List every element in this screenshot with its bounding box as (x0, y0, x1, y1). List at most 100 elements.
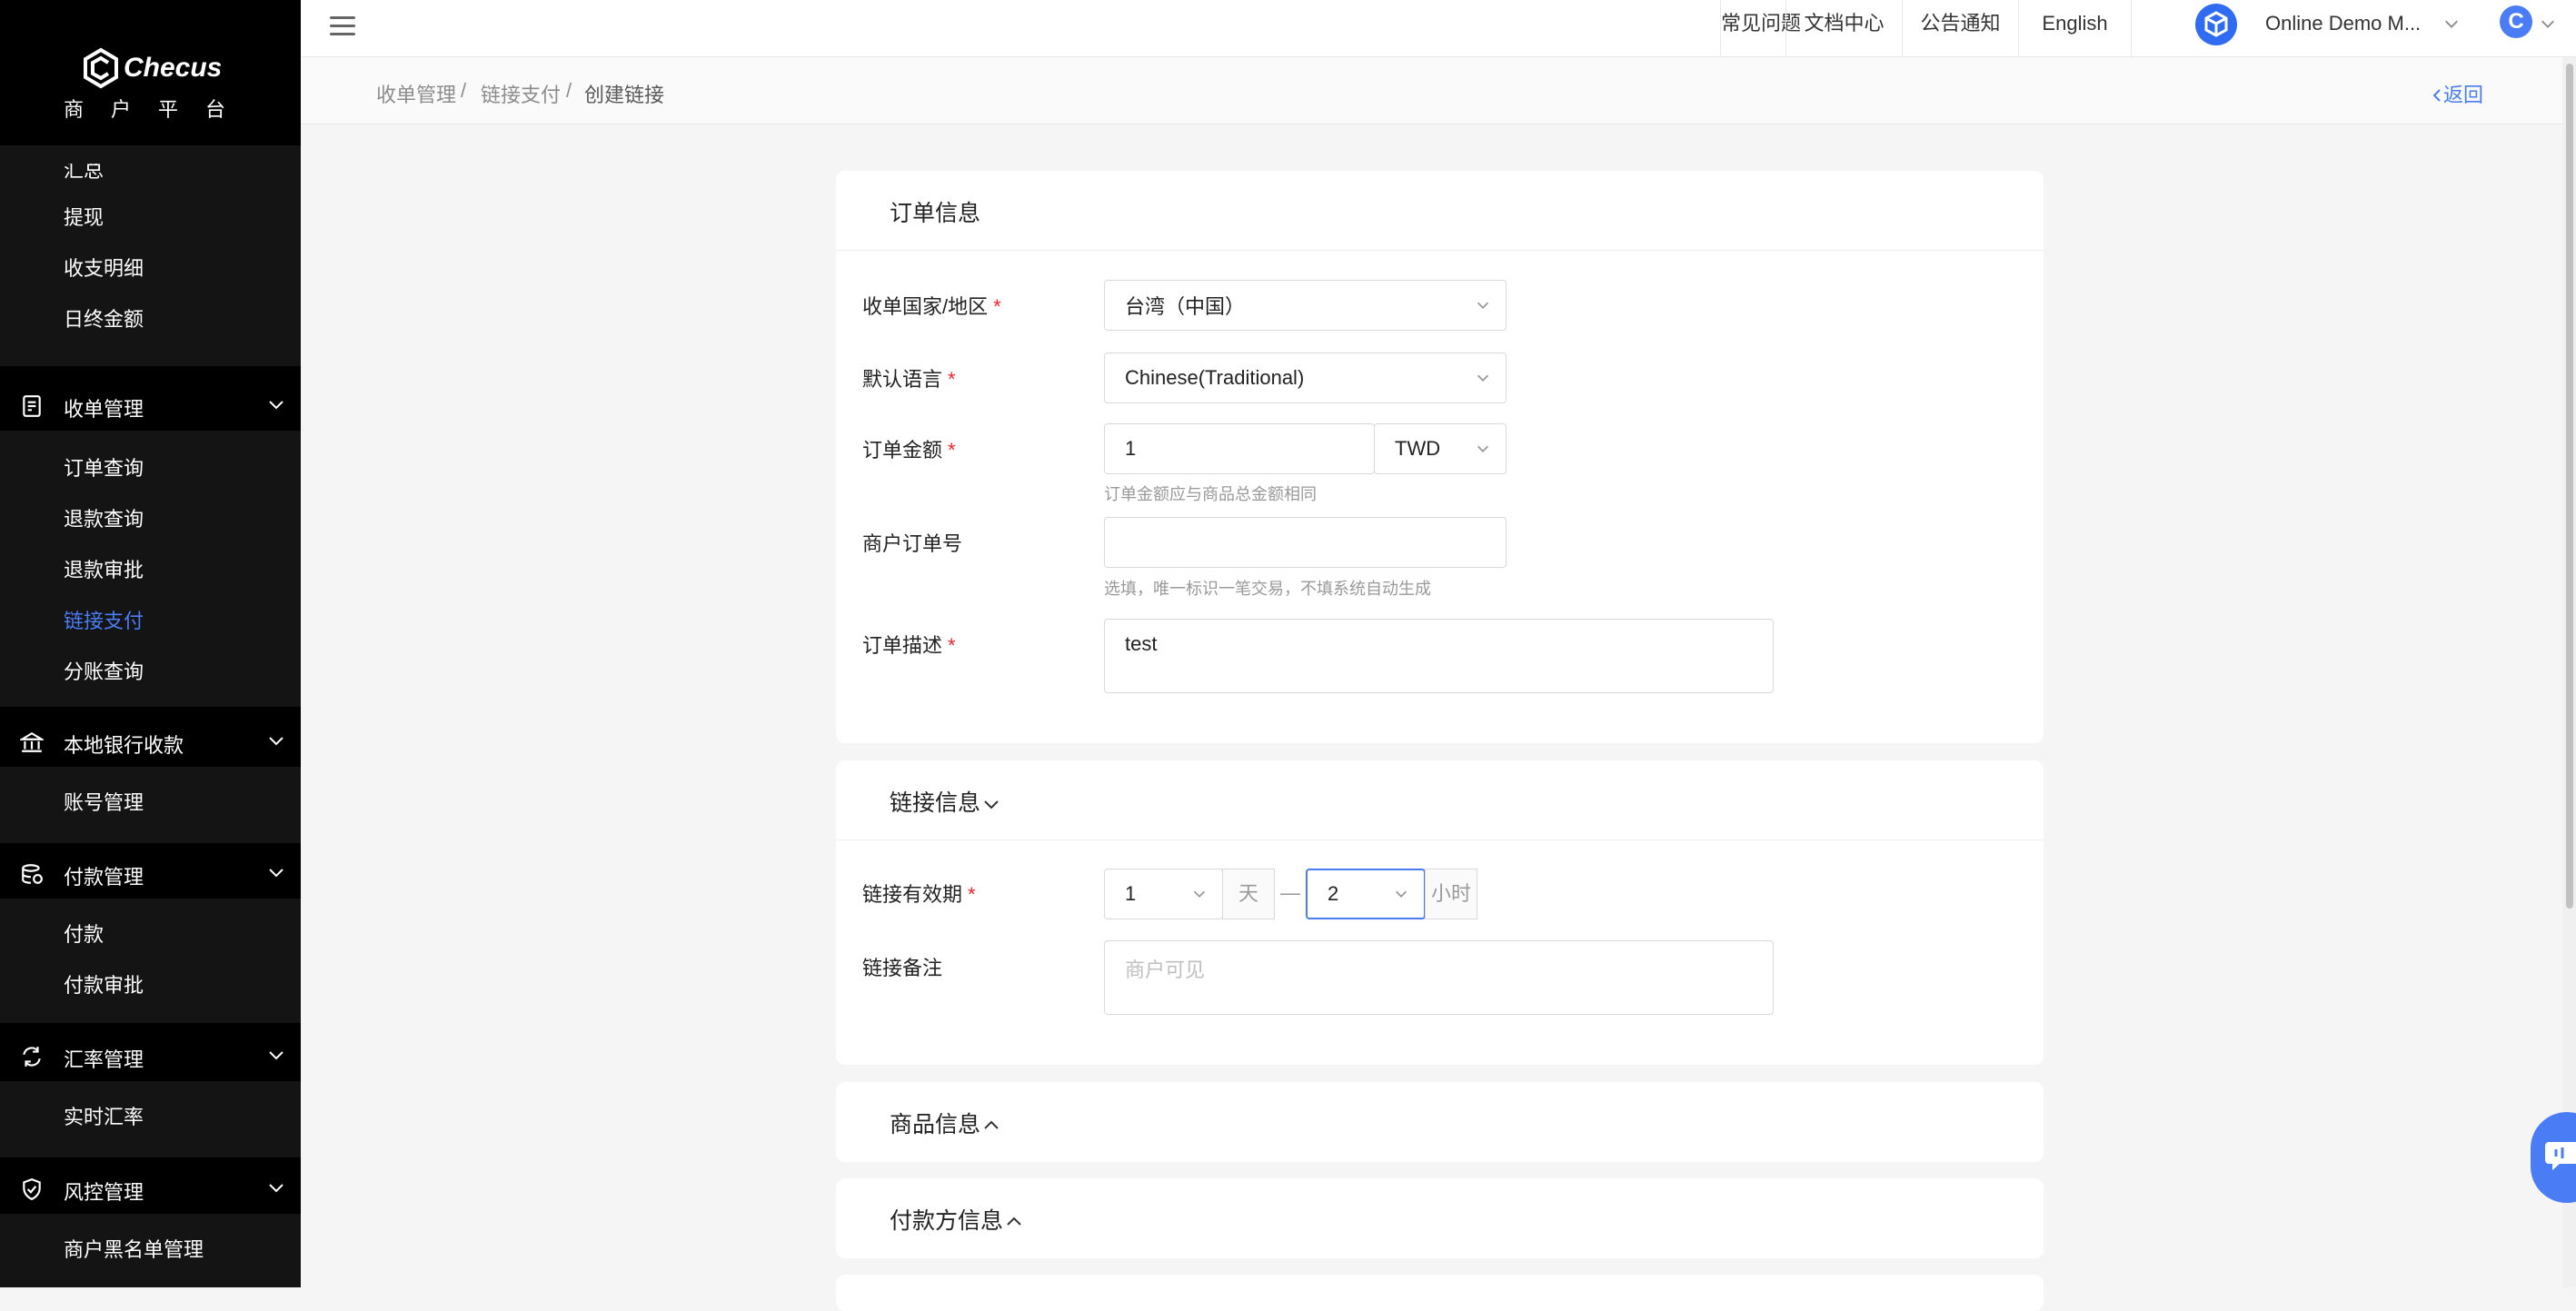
bank-icon (20, 731, 44, 752)
faq-link[interactable]: 常见问题 (1720, 0, 1801, 57)
chevron-down-icon (1193, 890, 1206, 898)
sidebar-group-label: 本地银行收款 (64, 734, 184, 757)
days-select[interactable]: 1 (1104, 869, 1223, 919)
description-label: 订单描述 * (862, 630, 956, 659)
sidebar-group-risk[interactable]: 风控管理 (0, 1171, 301, 1207)
sidebar: 汇总 提现 收支明细 日终金额 收单管理 订单查询 退款查询 退款审批 链接支付… (0, 0, 301, 1287)
breadcrumb-separator: / (461, 79, 467, 102)
product-info-title: 商品信息 (890, 1107, 1000, 1139)
amount-input[interactable]: 1 (1104, 423, 1375, 474)
local-bank-submenu: 账号管理 (0, 767, 301, 843)
required-mark: * (948, 368, 956, 391)
breadcrumb-acquiring[interactable]: 收单管理 (376, 79, 456, 108)
remark-textarea[interactable]: 商户可见 (1104, 940, 1774, 1015)
merchant-order-input[interactable] (1104, 517, 1507, 568)
header-divider (2131, 0, 2132, 57)
exchange-icon (23, 1047, 41, 1067)
chevron-down-icon[interactable] (2443, 15, 2460, 32)
sidebar-item-order-query[interactable]: 订单查询 (64, 452, 144, 482)
language-label-text: 默认语言 (862, 368, 943, 391)
receipt-icon (23, 395, 41, 417)
finance-submenu: 汇总 提现 收支明细 日终金额 (0, 136, 301, 366)
country-select[interactable]: 台湾（中国） (1104, 280, 1507, 331)
shield-icon (23, 1178, 41, 1201)
description-textarea[interactable]: test (1104, 619, 1774, 693)
language-label: 默认语言 * (862, 363, 956, 392)
sidebar-group-local-bank[interactable]: 本地银行收款 (0, 724, 301, 760)
order-info-header: 订单信息 (836, 171, 2044, 251)
hours-unit: 小时 (1425, 869, 1477, 919)
menu-toggle-icon[interactable] (330, 15, 357, 36)
sidebar-group-payment[interactable]: 付款管理 (0, 856, 301, 892)
product-info-title-text: 商品信息 (890, 1112, 981, 1137)
docs-link-label: 文档中心 (1804, 12, 1885, 35)
required-mark: * (993, 295, 1001, 318)
chevron-down-icon (1395, 890, 1407, 898)
sidebar-item-withdraw[interactable]: 提现 (64, 202, 104, 231)
chevron-down-icon (269, 1184, 283, 1193)
sidebar-item-summary[interactable]: 汇总 (64, 164, 104, 184)
amount-label: 订单金额 * (862, 434, 956, 463)
back-link[interactable]: 返回 (2431, 79, 2483, 108)
breadcrumb-create-link: 创建链接 (584, 84, 665, 106)
merchant-order-hint: 选填，唯一标识一笔交易，不填系统自动生成 (1104, 580, 1431, 598)
breadcrumb: 收单管理 / 链接支付 / 创建链接 返回 (301, 57, 2576, 124)
amount-hint: 订单金额应与商品总金额相同 (1104, 485, 1317, 503)
next-card (836, 1275, 2044, 1311)
chevron-left-icon (2432, 89, 2441, 102)
sidebar-group-label: 收单管理 (64, 398, 144, 421)
sidebar-item-link-payment[interactable]: 链接支付 (64, 605, 144, 634)
brand-name: Checus (124, 53, 223, 83)
docs-link[interactable]: 文档中心 (1785, 0, 1902, 57)
product-info-card[interactable]: 商品信息 (836, 1082, 2044, 1162)
chevron-down-icon (984, 800, 999, 809)
scrollbar-thumb[interactable] (2566, 64, 2573, 909)
risk-submenu: 商户黑名单管理 (0, 1214, 301, 1287)
chevron-down-icon[interactable] (2540, 15, 2556, 32)
order-info-title: 订单信息 (890, 201, 981, 226)
chat-support-button[interactable] (2531, 1112, 2576, 1203)
sidebar-group-label: 风控管理 (64, 1181, 144, 1204)
description-label-text: 订单描述 (862, 634, 943, 657)
currency-select[interactable]: TWD (1374, 423, 1507, 474)
validity-label: 链接有效期 * (862, 879, 976, 908)
chevron-up-icon (984, 1120, 999, 1130)
merchant-cube-icon[interactable] (2195, 4, 2237, 45)
language-select[interactable]: Chinese(Traditional) (1104, 353, 1507, 403)
sidebar-item-transactions[interactable]: 收支明细 (64, 253, 144, 282)
language-switch[interactable]: English (2018, 0, 2131, 57)
payment-submenu: 付款 付款审批 (0, 899, 301, 1023)
hours-select[interactable]: 2 (1306, 869, 1426, 919)
sidebar-group-acquiring[interactable]: 收单管理 (0, 388, 301, 424)
link-info-title: 链接信息 (890, 785, 1000, 818)
sidebar-group-label: 汇率管理 (64, 1048, 144, 1071)
sidebar-item-daily-balance[interactable]: 日终金额 (64, 303, 144, 333)
sidebar-item-realtime-rate[interactable]: 实时汇率 (64, 1101, 144, 1130)
sidebar-item-refund-approval[interactable]: 退款审批 (64, 554, 144, 583)
chevron-down-icon (269, 401, 283, 410)
language-select-value: Chinese(Traditional) (1125, 366, 1305, 389)
payer-info-card[interactable]: 付款方信息 (836, 1178, 2044, 1258)
link-info-card: 链接信息 链接有效期 * 1 天 — 2 小时 链接备注 商户可见 (836, 760, 2044, 1065)
order-info-card: 订单信息 收单国家/地区 * 台湾（中国） 默认语言 * Chinese(Tradi… (836, 171, 2044, 743)
user-avatar[interactable]: C (2500, 5, 2532, 38)
sidebar-item-blacklist[interactable]: 商户黑名单管理 (64, 1234, 204, 1263)
brand: Checus 商户平台 (0, 0, 301, 145)
sidebar-item-refund-query[interactable]: 退款查询 (64, 503, 144, 532)
sidebar-group-exchange[interactable]: 汇率管理 (0, 1038, 301, 1075)
sidebar-item-payout[interactable]: 付款 (64, 919, 104, 948)
link-info-header[interactable]: 链接信息 (836, 760, 2044, 840)
sidebar-item-account-mgmt[interactable]: 账号管理 (64, 787, 144, 816)
days-unit: 天 (1222, 869, 1275, 919)
sidebar-item-payout-approval[interactable]: 付款审批 (64, 969, 144, 998)
amount-label-text: 订单金额 (862, 439, 943, 462)
back-link-label: 返回 (2443, 84, 2484, 106)
merchant-account-name[interactable]: Online Demo M... (2265, 12, 2421, 35)
amount-input-value: 1 (1125, 437, 1137, 460)
notice-link[interactable]: 公告通知 (1902, 0, 2018, 57)
brand-subtitle: 商户平台 (64, 98, 254, 121)
sidebar-menu: 汇总 提现 收支明细 日终金额 收单管理 订单查询 退款查询 退款审批 链接支付… (0, 136, 301, 1287)
payer-info-title: 付款方信息 (890, 1203, 1023, 1236)
breadcrumb-link-payment[interactable]: 链接支付 (481, 79, 561, 108)
sidebar-item-split-query[interactable]: 分账查询 (64, 656, 144, 685)
